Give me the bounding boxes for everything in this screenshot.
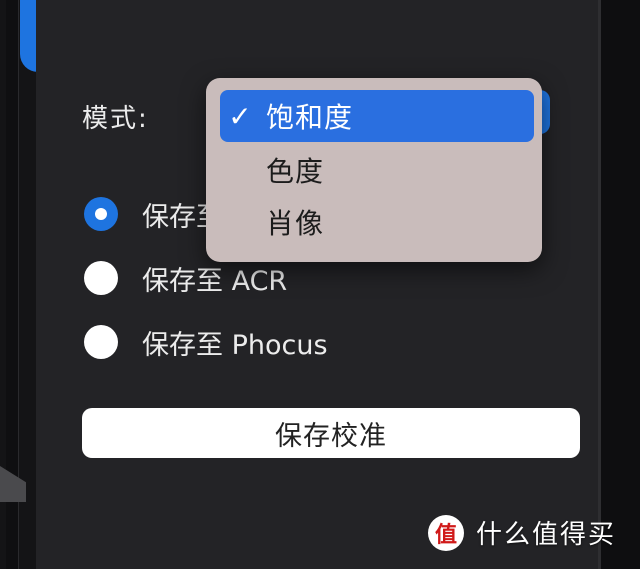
- radio-option-save[interactable]: 保存至: [84, 194, 223, 234]
- menu-item-chroma[interactable]: 色度: [220, 144, 534, 196]
- menu-item-saturation[interactable]: ✓ 饱和度: [220, 90, 534, 142]
- menu-item-label: 色度: [266, 155, 325, 188]
- radio-button-selected[interactable]: [84, 197, 118, 231]
- right-edge: [598, 0, 640, 569]
- mode-dropdown-menu: ✓ 饱和度 色度 肖像: [206, 78, 542, 262]
- watermark-text: 什么值得买: [476, 520, 617, 550]
- radio-label: 保存至 Phocus: [142, 329, 328, 361]
- menu-item-label: 肖像: [266, 207, 325, 240]
- radio-button[interactable]: [84, 261, 118, 295]
- menu-item-portrait[interactable]: 肖像: [220, 196, 534, 248]
- radio-option-acr[interactable]: 保存至 ACR: [84, 258, 287, 298]
- radio-button[interactable]: [84, 325, 118, 359]
- radio-label: 保存至 ACR: [142, 265, 288, 297]
- watermark: 值 什么值得买: [428, 514, 616, 551]
- panel-divider: [598, 0, 601, 569]
- checkmark-icon: ✓: [228, 99, 252, 133]
- save-calibration-button[interactable]: 保存校准: [82, 408, 580, 458]
- menu-item-label: 饱和度: [266, 101, 354, 134]
- smzdm-logo-icon: 值: [428, 514, 464, 551]
- mode-label: 模式:: [82, 104, 149, 134]
- radio-option-phocus[interactable]: 保存至 Phocus: [84, 322, 328, 362]
- radio-dot: [95, 208, 107, 220]
